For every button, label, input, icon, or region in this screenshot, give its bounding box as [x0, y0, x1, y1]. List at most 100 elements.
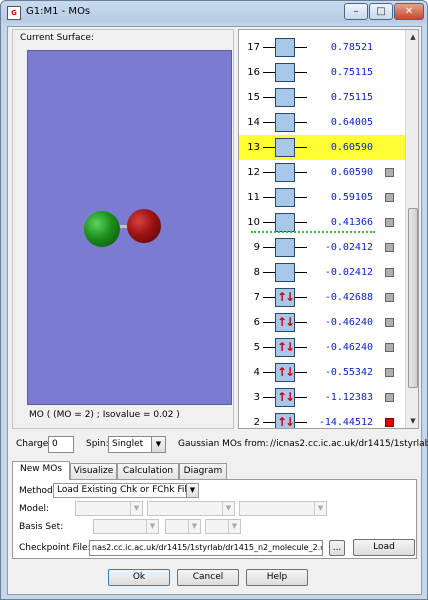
chevron-down-icon[interactable]: ▼	[151, 437, 165, 452]
mo-level-box[interactable]	[275, 138, 295, 157]
mo-energy: 0.59105	[330, 192, 373, 203]
method-label: Method:	[19, 486, 56, 496]
surface-viewer[interactable]	[27, 50, 232, 405]
mo-checkbox[interactable]	[385, 268, 394, 277]
mo-scrollbar[interactable]: ▲ ▼	[405, 30, 418, 428]
mo-level-box[interactable]	[275, 263, 295, 282]
load-button[interactable]: Load	[353, 539, 415, 556]
basis-set-label: Basis Set:	[19, 522, 64, 532]
maximize-button[interactable]: □	[369, 3, 393, 20]
mo-energy: 0.75115	[330, 67, 373, 78]
mo-row[interactable]: 17 0.78521	[239, 35, 405, 60]
mo-level-box[interactable]	[275, 188, 295, 207]
method-value: Load Existing Chk or FChk File	[57, 485, 193, 495]
mo-row[interactable]: 9 -0.02412	[239, 235, 405, 260]
mo-checkbox[interactable]	[385, 368, 394, 377]
chevron-down-icon[interactable]: ▼	[222, 502, 234, 515]
basis-select-3[interactable]: ▼	[205, 519, 241, 534]
title-bar[interactable]: G G1:M1 - MOs – □ ✕	[1, 1, 427, 25]
mo-number: 11	[247, 192, 260, 203]
dialog-body: Current Surface: MO ( (MO = 2) ; Isovalu…	[7, 26, 428, 595]
mo-level-box[interactable]	[275, 113, 295, 132]
mo-checkbox[interactable]	[385, 168, 394, 177]
mo-energy: 0.78521	[330, 42, 373, 53]
mo-level-box[interactable]	[275, 38, 295, 57]
mo-level-box[interactable]: ↑↓	[275, 413, 295, 428]
tab-calculation[interactable]: Calculation	[117, 463, 179, 479]
mo-energy: -0.02412	[324, 242, 373, 253]
mo-row[interactable]: 16 0.75115	[239, 60, 405, 85]
scroll-thumb[interactable]	[408, 208, 418, 388]
ok-button[interactable]: Ok	[108, 569, 170, 586]
mo-energy-diagram[interactable]: 17 0.78521 16 0.75115 15 0.75115 14 0.64005 13 0.…	[238, 29, 419, 429]
mo-row[interactable]: 4 ↑↓ -0.55342	[239, 360, 405, 385]
chevron-down-icon[interactable]: ▼	[314, 502, 326, 515]
mo-checkbox[interactable]	[385, 318, 394, 327]
mo-level-box[interactable]	[275, 213, 295, 232]
mo-level-box[interactable]: ↑↓	[275, 388, 295, 407]
close-button[interactable]: ✕	[394, 3, 424, 20]
mo-row[interactable]: 7 ↑↓ -0.42688	[239, 285, 405, 310]
tab-new-mos[interactable]: New MOs	[12, 461, 70, 480]
mo-row[interactable]: 12 0.60590	[239, 160, 405, 185]
mo-checkbox[interactable]	[385, 418, 394, 427]
mo-row[interactable]: 13 0.60590	[239, 135, 405, 160]
mo-row[interactable]: 3 ↑↓ -1.12383	[239, 385, 405, 410]
mo-level-box[interactable]	[275, 163, 295, 182]
checkpoint-file-field[interactable]: nas2.cc.ic.ac.uk/dr1415/1styrlab/dr1415_…	[89, 540, 323, 556]
model-select-3[interactable]: ▼	[239, 501, 327, 516]
mo-checkbox[interactable]	[385, 193, 394, 202]
mo-row[interactable]: 11 0.59105	[239, 185, 405, 210]
electron-pair-icon: ↑↓	[276, 315, 295, 329]
basis-select-1[interactable]: ▼	[93, 519, 159, 534]
chevron-down-icon[interactable]: ▼	[228, 520, 240, 533]
mo-level-box[interactable]: ↑↓	[275, 288, 295, 307]
chevron-down-icon[interactable]: ▼	[130, 502, 142, 515]
minimize-button[interactable]: –	[344, 3, 368, 20]
mo-level-box[interactable]	[275, 238, 295, 257]
homo-lumo-gap-line	[251, 231, 375, 233]
gaussian-mos-label: Gaussian MOs from:	[178, 439, 269, 449]
window-title: G1:M1 - MOs	[26, 6, 91, 17]
spin-select[interactable]: Singlet ▼	[108, 436, 166, 453]
mo-level-box[interactable]	[275, 88, 295, 107]
mo-row[interactable]: 5 ↑↓ -0.46240	[239, 335, 405, 360]
mo-level-box[interactable]	[275, 63, 295, 82]
tab-diagram[interactable]: Diagram	[179, 463, 227, 479]
mo-level-box[interactable]: ↑↓	[275, 313, 295, 332]
charge-field[interactable]: 0	[48, 436, 74, 453]
mo-number: 12	[247, 167, 260, 178]
basis-select-2[interactable]: ▼	[165, 519, 201, 534]
scroll-down-icon[interactable]: ▼	[407, 415, 418, 427]
cancel-button[interactable]: Cancel	[177, 569, 239, 586]
mo-checkbox[interactable]	[385, 243, 394, 252]
mos-window: G G1:M1 - MOs – □ ✕ Current Surface: MO …	[0, 0, 428, 600]
browse-button[interactable]: ...	[329, 540, 345, 556]
method-select[interactable]: Load Existing Chk or FChk File ▼	[53, 483, 199, 498]
mo-row[interactable]: 6 ↑↓ -0.46240	[239, 310, 405, 335]
mo-level-box[interactable]: ↑↓	[275, 363, 295, 382]
model-select-1[interactable]: ▼	[75, 501, 143, 516]
tab-visualize[interactable]: Visualize	[70, 463, 117, 479]
mo-row[interactable]: 2 ↑↓ -14.44512	[239, 410, 405, 428]
chevron-down-icon[interactable]: ▼	[188, 520, 200, 533]
mo-energy: 0.60590	[330, 142, 373, 153]
mo-level-box[interactable]: ↑↓	[275, 338, 295, 357]
mo-energy: 0.41366	[330, 217, 373, 228]
mo-checkbox[interactable]	[385, 293, 394, 302]
chevron-down-icon[interactable]: ▼	[146, 520, 158, 533]
mo-row[interactable]: 15 0.75115	[239, 85, 405, 110]
mo-row[interactable]: 8 -0.02412	[239, 260, 405, 285]
model-select-2[interactable]: ▼	[147, 501, 235, 516]
mo-number: 5	[253, 342, 260, 353]
chevron-down-icon[interactable]: ▼	[186, 484, 198, 497]
electron-pair-icon	[276, 264, 294, 281]
mo-row[interactable]: 14 0.64005	[239, 110, 405, 135]
mo-checkbox[interactable]	[385, 218, 394, 227]
mo-number: 7	[253, 292, 260, 303]
scroll-up-icon[interactable]: ▲	[407, 31, 418, 43]
charge-label: Charge:	[16, 439, 52, 449]
mo-checkbox[interactable]	[385, 343, 394, 352]
help-button[interactable]: Help	[246, 569, 308, 586]
mo-checkbox[interactable]	[385, 393, 394, 402]
